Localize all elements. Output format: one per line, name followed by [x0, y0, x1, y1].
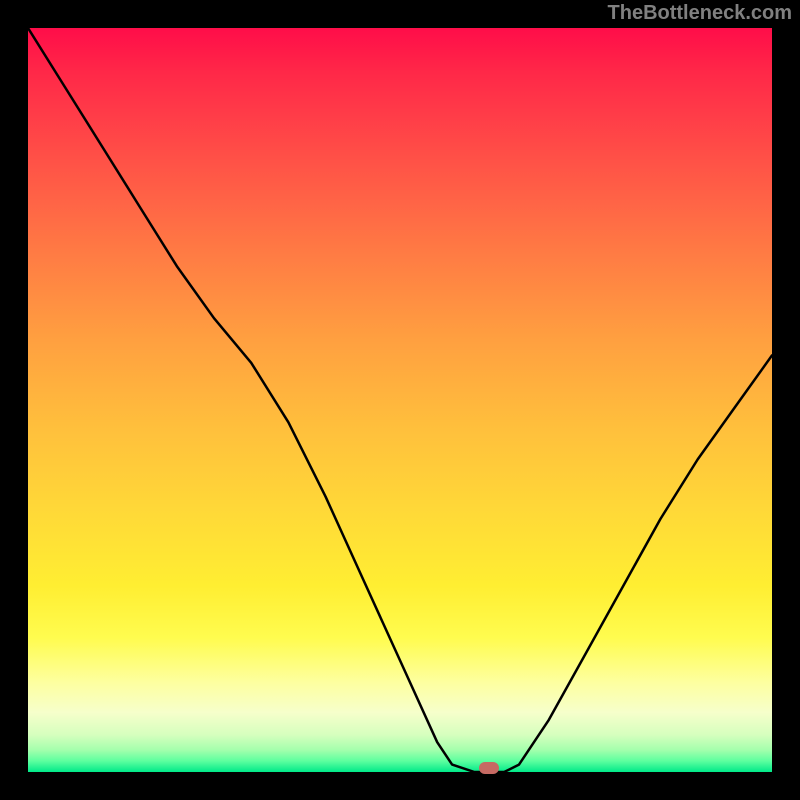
- bottleneck-curve-line: [28, 28, 772, 772]
- chart-frame: TheBottleneck.com: [0, 0, 800, 800]
- plot-area: [28, 28, 772, 772]
- curve-svg: [28, 28, 772, 772]
- watermark-text: TheBottleneck.com: [608, 2, 792, 25]
- optimal-marker: [479, 762, 499, 774]
